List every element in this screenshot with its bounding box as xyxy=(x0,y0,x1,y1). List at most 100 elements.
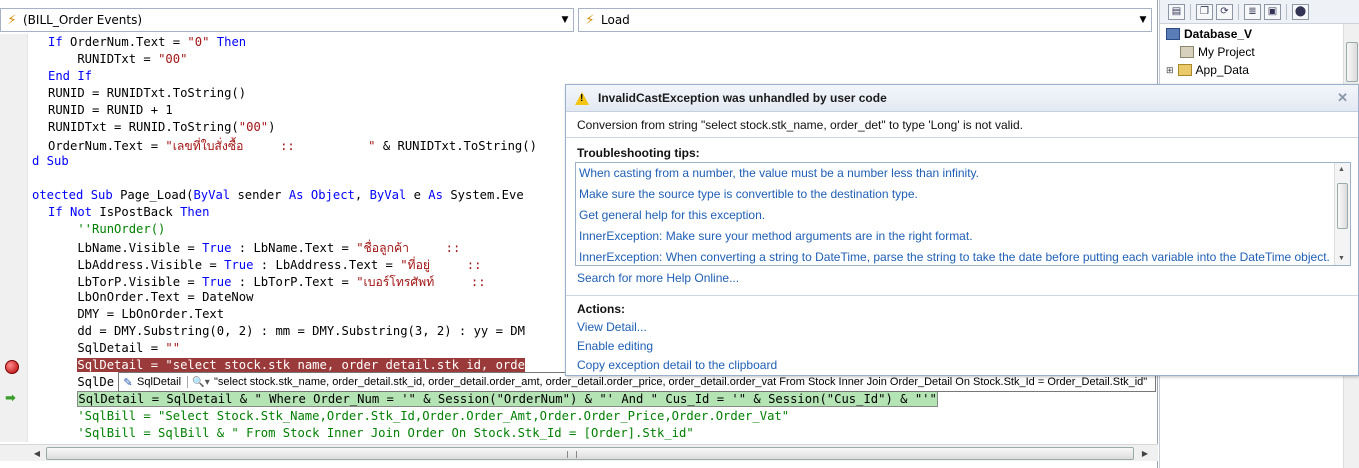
code-token: ByVal xyxy=(193,188,238,202)
search-online-link[interactable]: Search for more Help Online... xyxy=(566,269,1358,288)
code-token: dd = DMY.Substring(0, 2) : mm = DMY.Subs… xyxy=(48,324,525,338)
scroll-thumb[interactable] xyxy=(46,447,1134,460)
tree-item-my-project[interactable]: My Project xyxy=(1180,43,1255,61)
refresh-icon[interactable]: ⟳ xyxy=(1216,3,1233,20)
tree-item-app-data[interactable]: ⊞ App_Data xyxy=(1166,61,1249,79)
code-token: SqlDe xyxy=(48,375,115,389)
code-line[interactable]: DMY = LbOnOrder.Text xyxy=(48,307,224,324)
code-line[interactable]: SqlDetail = SqlDetail & " Where Order_Nu… xyxy=(48,391,938,409)
code-token: LbOnOrder.Text = DateNow xyxy=(48,290,254,304)
code-token: "0" xyxy=(187,35,210,49)
horizontal-scrollbar[interactable]: ◀ ▶ xyxy=(0,444,1158,461)
datatip-variable-name: SqlDetail xyxy=(137,376,189,388)
code-token: True xyxy=(202,275,232,289)
next-statement-arrow-icon[interactable]: ➡ xyxy=(5,391,16,406)
show-all-files-icon[interactable]: ❐ xyxy=(1196,3,1213,20)
code-token: RUNIDTxt = RUNID.ToString( xyxy=(48,120,239,134)
code-line[interactable]: LbName.Visible = True : LbName.Text = "ช… xyxy=(48,239,460,256)
code-token: True xyxy=(202,241,232,255)
scroll-left-icon[interactable]: ◀ xyxy=(30,447,44,460)
code-token: As Object xyxy=(288,188,355,202)
tip-link[interactable]: InnerException: Make sure your method ar… xyxy=(576,226,1350,247)
visualizer-magnifier-icon[interactable]: 🔍▾ xyxy=(188,377,214,388)
code-token: Then xyxy=(180,205,210,219)
properties-icon[interactable]: ▤ xyxy=(1168,3,1185,20)
code-token: Page_Load( xyxy=(120,188,194,202)
tree-root[interactable]: Database_V xyxy=(1166,25,1252,43)
code-line[interactable]: 'SqlBill = "Select Stock.Stk_Name,Order.… xyxy=(48,409,789,426)
code-token: DMY = LbOnOrder.Text xyxy=(48,307,225,321)
tips-scrollbar[interactable]: ▲ ▼ xyxy=(1334,163,1350,265)
code-token: Then xyxy=(209,35,247,49)
code-token: d Sub xyxy=(32,154,69,168)
code-token: ''RunOrder() xyxy=(48,222,166,236)
close-icon[interactable]: ✕ xyxy=(1337,90,1348,106)
code-line[interactable]: If OrderNum.Text = "0" Then xyxy=(48,35,246,52)
code-token: 'SqlBill = SqlBill & " From Stock Inner … xyxy=(48,426,694,440)
tip-link[interactable]: InnerException: When converting a string… xyxy=(576,247,1350,265)
method-name-combo[interactable]: ⚡ Load ▼ xyxy=(578,8,1152,32)
exception-title: InvalidCastException was unhandled by us… xyxy=(598,91,887,105)
code-line[interactable]: dd = DMY.Substring(0, 2) : mm = DMY.Subs… xyxy=(48,324,525,341)
view-code-icon[interactable]: ≣ xyxy=(1244,3,1261,20)
code-line[interactable]: If Not IsPostBack Then xyxy=(48,205,209,222)
code-line[interactable]: ''RunOrder() xyxy=(48,222,165,239)
code-line[interactable]: RUNIDTxt = RUNID.ToString("00") xyxy=(48,120,275,137)
code-line[interactable]: LbOnOrder.Text = DateNow xyxy=(48,290,253,307)
code-line[interactable]: LbAddress.Visible = True : LbAddress.Tex… xyxy=(48,256,481,273)
code-line[interactable]: SqlDe xyxy=(48,375,114,392)
code-line[interactable]: RUNID = RUNID + 1 xyxy=(48,103,173,120)
chevron-down-icon[interactable]: ▼ xyxy=(557,15,573,25)
scroll-up-icon[interactable]: ▲ xyxy=(1338,166,1345,173)
code-token: "เลขที่ใบสั่งซื้อ :: " xyxy=(165,139,376,153)
class-name-combo-text: (BILL_Order Events) xyxy=(23,13,143,27)
code-line[interactable]: RUNIDTxt = "00" xyxy=(48,52,187,69)
scroll-thumb[interactable] xyxy=(1346,42,1358,82)
code-token: "" xyxy=(165,341,181,355)
view-detail-link[interactable]: View Detail... xyxy=(566,318,1358,337)
copy-website-icon[interactable]: ⬤ xyxy=(1292,3,1309,20)
datatip-value[interactable]: "select stock.stk_name, order_detail.stk… xyxy=(214,376,1147,388)
code-token: If xyxy=(48,35,71,49)
code-line[interactable]: End If xyxy=(48,69,92,86)
scroll-down-icon[interactable]: ▼ xyxy=(1338,255,1345,262)
copy-exception-link[interactable]: Copy exception detail to the clipboard xyxy=(566,356,1358,375)
class-name-combo[interactable]: ⚡ (BILL_Order Events) ▼ xyxy=(0,8,574,32)
code-token: : LbAddress.Text = xyxy=(253,258,401,272)
chevron-down-icon[interactable]: ▼ xyxy=(1135,15,1151,25)
code-token: As xyxy=(428,188,451,202)
code-line[interactable]: SqlDetail = "" xyxy=(48,341,180,358)
code-line[interactable]: OrderNum.Text = "เลขที่ใบสั่งซื้อ :: " &… xyxy=(48,137,537,154)
scroll-right-icon[interactable]: ▶ xyxy=(1138,447,1152,460)
code-token: "ที่อยู่ :: xyxy=(400,258,482,272)
tip-link[interactable]: When casting from a number, the value mu… xyxy=(576,163,1350,184)
indicator-margin[interactable]: ➡ xyxy=(0,34,28,442)
scroll-thumb[interactable] xyxy=(1337,183,1348,229)
event-bolt-icon: ⚡ xyxy=(7,12,17,28)
view-designer-icon[interactable]: ▣ xyxy=(1264,3,1281,20)
code-line[interactable]: otected Sub Page_Load(ByVal sender As Ob… xyxy=(32,188,524,205)
code-line[interactable]: d Sub xyxy=(32,154,69,171)
code-token: RUNID = RUNID + 1 xyxy=(48,103,173,117)
code-token: 'SqlBill = "Select Stock.Stk_Name,Order.… xyxy=(48,409,790,423)
expand-icon[interactable]: ⊞ xyxy=(1166,61,1174,79)
method-name-combo-text: Load xyxy=(601,13,630,27)
code-token: OrderNum.Text = xyxy=(48,139,166,153)
code-line[interactable]: RUNID = RUNIDTxt.ToString() xyxy=(48,86,246,103)
tip-link[interactable]: Get general help for this exception. xyxy=(576,205,1350,226)
code-token: SqlDetail = xyxy=(48,341,166,355)
code-line[interactable]: LbTorP.Visible = True : LbTorP.Text = "เ… xyxy=(48,273,485,290)
tip-link[interactable]: Make sure the source type is convertible… xyxy=(576,184,1350,205)
code-token: SqlDetail = SqlDetail & " Where Order_Nu… xyxy=(77,391,938,407)
solution-toolbar: ▤ ❐ ⟳ ≣ ▣ ⬤ xyxy=(1160,0,1359,24)
breakpoint-icon[interactable] xyxy=(5,360,19,374)
code-token: "00" xyxy=(158,52,188,66)
code-token: & RUNIDTxt.ToString() xyxy=(375,139,537,153)
code-token: RUNID = RUNIDTxt.ToString() xyxy=(48,86,247,100)
tree-item-label: My Project xyxy=(1198,45,1255,59)
troubleshooting-list[interactable]: When casting from a number, the value mu… xyxy=(575,162,1351,266)
code-line[interactable]: 'SqlBill = SqlBill & " From Stock Inner … xyxy=(48,426,694,443)
enable-editing-link[interactable]: Enable editing xyxy=(566,337,1358,356)
code-token: : LbTorP.Text = xyxy=(231,275,357,289)
